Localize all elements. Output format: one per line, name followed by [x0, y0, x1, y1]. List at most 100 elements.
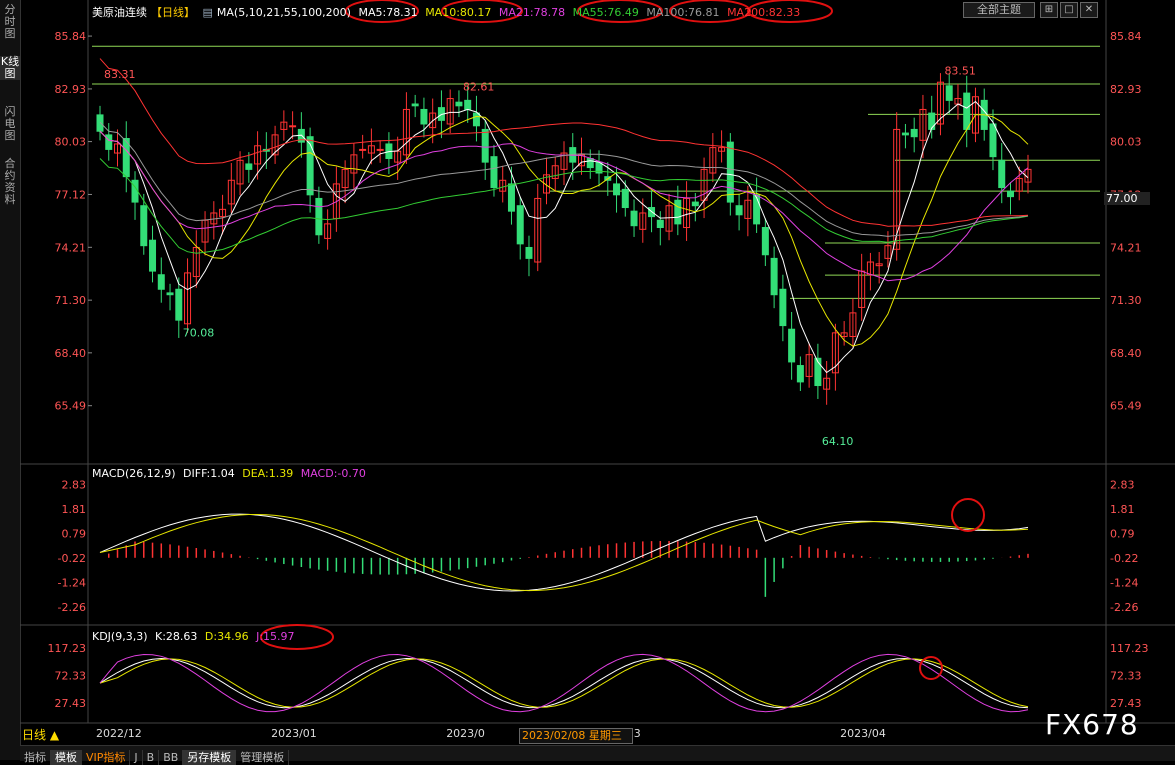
price-tick-right: 80.03 — [1110, 136, 1142, 149]
extreme-price-label: 83.31 — [104, 68, 136, 81]
candle-body — [613, 183, 621, 196]
extreme-price-label: 70.08 — [183, 326, 215, 339]
candle-body — [315, 197, 323, 236]
candle-body — [928, 112, 936, 130]
candle-body — [420, 108, 428, 125]
candle-body — [245, 163, 253, 170]
price-tick-right: 74.21 — [1110, 241, 1142, 254]
ma-icon: ▤ — [202, 6, 213, 19]
candle-body — [735, 205, 743, 216]
tab-kline[interactable]: K线图 — [0, 56, 20, 80]
macd-legend: MACD(26,12,9) DIFF:1.04 DEA:1.39 MACD:-0… — [92, 467, 370, 480]
kdj-tick-left: 27.43 — [55, 697, 87, 710]
macd-tick-right: -0.22 — [1110, 552, 1138, 565]
candle-body — [761, 227, 769, 256]
macd-value: MACD:-0.70 — [300, 467, 366, 480]
ma200-value: MA200:82.33 — [727, 6, 801, 19]
time-axis-label: 2022/12 — [96, 727, 142, 740]
all-themes-dropdown[interactable]: 全部主题 — [963, 2, 1035, 18]
candle-body — [140, 205, 148, 247]
price-tick-left: 85.84 — [55, 30, 87, 43]
kdj-d: D:34.96 — [204, 630, 249, 643]
kdj-tick-left: 72.33 — [55, 669, 87, 682]
candle-body — [901, 132, 909, 136]
instrument-name: 美原油连续 — [92, 6, 147, 19]
price-tick-right: 71.30 — [1110, 294, 1142, 307]
maximize-icon[interactable]: □ — [1060, 2, 1078, 18]
close-icon[interactable]: ✕ — [1080, 2, 1098, 18]
candle-body — [586, 157, 594, 169]
price-tick-right: 65.49 — [1110, 400, 1142, 413]
period-selector[interactable]: 日线 ▲ — [22, 728, 92, 743]
macd-tick-right: 2.83 — [1110, 478, 1135, 491]
candle-body — [411, 103, 419, 107]
extreme-price-label: 83.51 — [944, 64, 976, 77]
tab-contract-info[interactable]: 合约资料 — [0, 158, 20, 206]
macd-tick-right: -2.26 — [1110, 601, 1138, 614]
candle-body — [998, 159, 1006, 189]
macd-tick-left: 2.83 — [62, 478, 87, 491]
ma55-value: MA55:76.49 — [572, 6, 639, 19]
tab-save-template[interactable]: 另存模板 — [183, 750, 237, 765]
tab-j[interactable]: J — [130, 750, 143, 765]
macd-tick-left: -1.24 — [58, 576, 86, 589]
tab-indicators[interactable]: 指标 — [20, 750, 51, 765]
macd-tick-left: -0.22 — [58, 552, 86, 565]
kdj-cross-circle — [919, 656, 943, 680]
candle-body — [481, 128, 489, 163]
ma-spec: MA(5,10,21,55,100,200) — [216, 6, 351, 19]
price-tick-left: 82.93 — [55, 83, 87, 96]
candle-body — [1006, 190, 1014, 198]
macd-spec: MACD(26,12,9) — [92, 467, 176, 480]
candle-body — [779, 288, 787, 327]
extreme-price-label: 82.61 — [463, 81, 495, 94]
kdj-k-line — [99, 657, 1029, 709]
grid-icon[interactable]: ⊞ — [1040, 2, 1058, 18]
tab-manage-templates[interactable]: 管理模板 — [236, 750, 290, 765]
candle-body — [753, 194, 761, 225]
fx678-watermark: FX678 — [1045, 708, 1139, 741]
tab-timeshare[interactable]: 分时图 — [0, 4, 20, 40]
left-vertical-tabs: 分时图 K线图 闪电图 合约资料 — [0, 0, 21, 760]
candle-body — [96, 114, 104, 132]
candle-body — [910, 128, 918, 138]
price-tick-left: 71.30 — [55, 294, 87, 307]
candle-body — [796, 365, 804, 383]
candle-body — [674, 199, 682, 225]
macd-tick-left: 1.81 — [62, 503, 87, 516]
time-axis-label: 2023/01 — [271, 727, 317, 740]
price-tick-right: 82.93 — [1110, 83, 1142, 96]
time-axis-label: 2023/0 — [446, 727, 485, 740]
macd-dea: DEA:1.39 — [242, 467, 294, 480]
time-axis-label: 2023/04 — [840, 727, 886, 740]
candle-body — [464, 99, 472, 110]
kdj-j: J:15.97 — [256, 630, 295, 643]
candle-body — [516, 205, 524, 245]
macd-tick-right: -1.24 — [1110, 576, 1138, 589]
price-tick-left: 65.49 — [55, 400, 87, 413]
candle-body — [989, 123, 997, 158]
macd-diff: DIFF:1.04 — [183, 467, 235, 480]
candle-body — [691, 201, 699, 207]
tab-templates[interactable]: 模板 — [51, 750, 82, 765]
kdj-k: K:28.63 — [155, 630, 198, 643]
candle-body — [788, 328, 796, 363]
candle-body — [726, 141, 734, 203]
kdj-tick-right: 117.23 — [1110, 642, 1149, 655]
price-tick-left: 68.40 — [55, 347, 87, 360]
candle-body — [166, 292, 174, 296]
period-label: 【日线】 — [151, 6, 195, 19]
macd-tick-left: -2.26 — [58, 601, 86, 614]
kdj-legend: KDJ(9,3,3) K:28.63 D:34.96 J:15.97 — [92, 630, 299, 643]
bottom-toolbar: 指标 模板 VIP指标 J B BB 另存模板 管理模板 — [20, 745, 1175, 765]
tab-flash-chart[interactable]: 闪电图 — [0, 106, 20, 142]
kdj-tick-right: 72.33 — [1110, 669, 1142, 682]
candle-body — [490, 156, 498, 189]
candle-body — [963, 92, 971, 130]
tab-bb[interactable]: BB — [159, 750, 184, 765]
candle-body — [770, 257, 778, 296]
tab-vip-indicators[interactable]: VIP指标 — [82, 750, 131, 765]
candle-body — [131, 179, 139, 203]
tab-b[interactable]: B — [143, 750, 160, 765]
main-legend: 美原油连续 【日线】 ▤ MA(5,10,21,55,100,200) MA5:78… — [92, 4, 804, 20]
